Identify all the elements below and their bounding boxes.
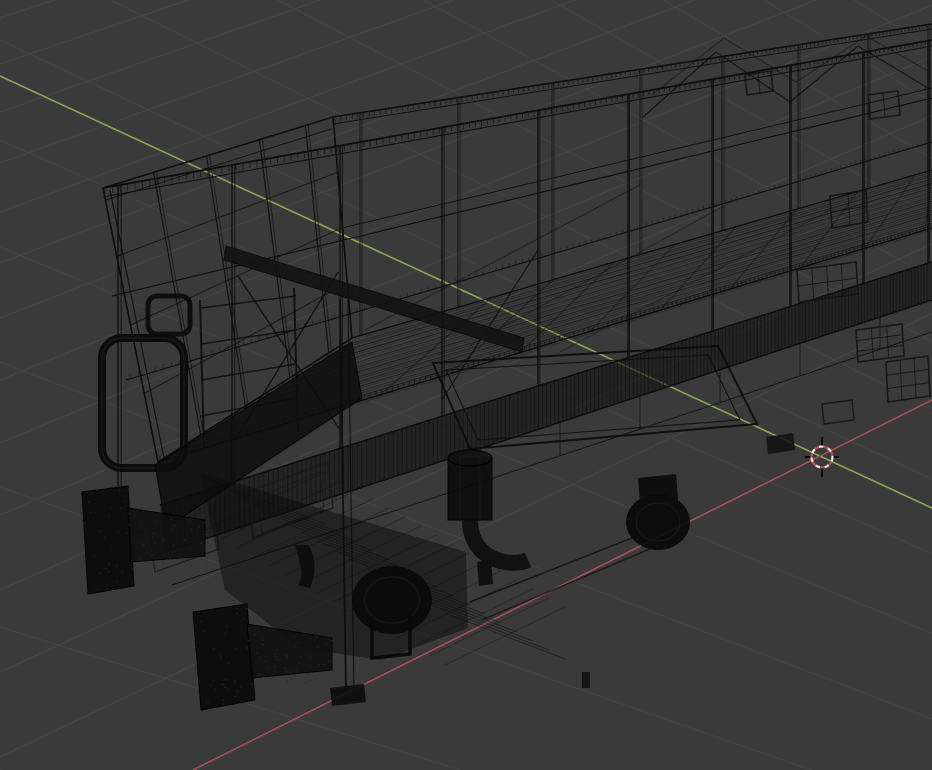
blender-3d-viewport[interactable]: 3D Viewport (Wireframe) — [0, 0, 932, 770]
viewport-canvas[interactable] — [0, 0, 932, 770]
